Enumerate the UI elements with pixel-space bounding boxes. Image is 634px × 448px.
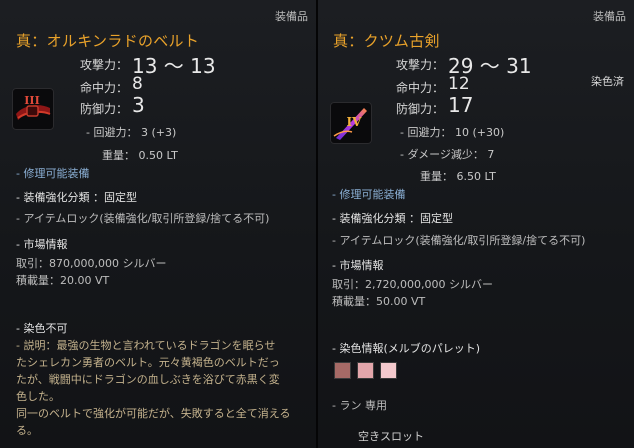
description-line: たシェレカン勇者のベルト。元々黄褐色のベルトだっ — [16, 356, 280, 369]
accuracy-label: 命中力： — [396, 81, 445, 95]
defense-value: 3 — [132, 93, 145, 117]
item-lock: - アイテムロック(装備強化/取引所登録/捨てる不可) — [332, 234, 586, 247]
weight-stat: 重量： 6.50 LT — [420, 170, 496, 183]
enhance-type: - 装備強化分類 ：固定型 — [16, 191, 137, 204]
accuracy-label: 命中力： — [80, 81, 129, 95]
attack-value: 13 ～ 13 — [132, 54, 216, 78]
item-category: 装備品 — [593, 10, 626, 23]
defense-value: 17 — [448, 93, 474, 117]
enhance-badge: III — [24, 94, 39, 107]
description-line: - 説明：最強の生物と言われているドラゴンを眠らせ — [16, 339, 276, 352]
item-description: - 説明：最強の生物と言われているドラゴンを眠らせ たシェレカン勇者のベルト。元… — [16, 337, 312, 439]
repairable-note: - 修理可能装備 — [332, 188, 406, 201]
repairable-note: - 修理可能装備 — [16, 167, 90, 180]
defense-label: 防御力： — [80, 102, 129, 116]
defense-label: 防御力： — [396, 102, 445, 116]
item-title: 真：オルキンラドのベルト — [16, 32, 200, 50]
dye-color-swatch — [380, 362, 397, 379]
description-line: 同一のベルトで強化が可能だが、失敗すると全て消える — [16, 407, 291, 420]
attack-label: 攻撃力： — [396, 58, 445, 72]
market-trade: 取引：2,720,000,000 シルバー — [332, 278, 493, 291]
enhance-badge: IV — [347, 115, 363, 129]
dye-status: - 染色不可 — [16, 322, 68, 335]
item-title: 真：クツム古剣 — [333, 32, 440, 50]
attack-label: 攻撃力： — [80, 58, 129, 72]
accuracy-value: 12 — [448, 74, 470, 94]
class-restriction: - ラン 専用 — [332, 399, 387, 412]
item-tooltip-sword: 装備品 真：クツム古剣 IV 攻撃力： 29 ～ 31 命中力： 12 染色済 … — [318, 0, 634, 448]
market-capacity: 積載量：50.00 VT — [332, 295, 426, 308]
evasion-stat: - 回避力： 3 (+3) — [86, 126, 177, 139]
description-line: たが、戦闘中にドラゴンの血しぶきを浴びて赤黒く変 — [16, 373, 280, 386]
market-info-title: - 市場情報 — [332, 259, 384, 272]
accuracy-value: 8 — [132, 74, 143, 94]
dye-info-title: - 染色情報(メルブのパレット) — [332, 342, 481, 355]
damage-reduction-stat: - ダメージ減少： 7 — [400, 148, 495, 161]
dyed-status: 染色済 — [591, 75, 624, 88]
market-trade: 取引：870,000,000 シルバー — [16, 257, 167, 270]
weight-stat: 重量： 0.50 LT — [102, 149, 178, 162]
market-info-title: - 市場情報 — [16, 238, 68, 251]
dye-color-swatch — [357, 362, 374, 379]
sword-icon: IV — [330, 102, 372, 144]
belt-icon: III — [12, 88, 54, 130]
empty-slot[interactable]: 空きスロット — [358, 428, 424, 444]
item-lock: - アイテムロック(装備強化/取引所登録/捨てる不可) — [16, 212, 270, 225]
item-tooltip-belt: 装備品 真：オルキンラドのベルト III 攻撃力： 13 ～ 13 命中力： 8… — [0, 0, 316, 448]
market-capacity: 積載量：20.00 VT — [16, 274, 110, 287]
evasion-stat: - 回避力： 10 (+30) — [400, 126, 505, 139]
description-line: る。 — [16, 424, 38, 437]
item-category: 装備品 — [275, 10, 308, 23]
enhance-type: - 装備強化分類 ：固定型 — [332, 212, 453, 225]
dye-color-swatch — [334, 362, 351, 379]
description-line: 色した。 — [16, 390, 60, 403]
